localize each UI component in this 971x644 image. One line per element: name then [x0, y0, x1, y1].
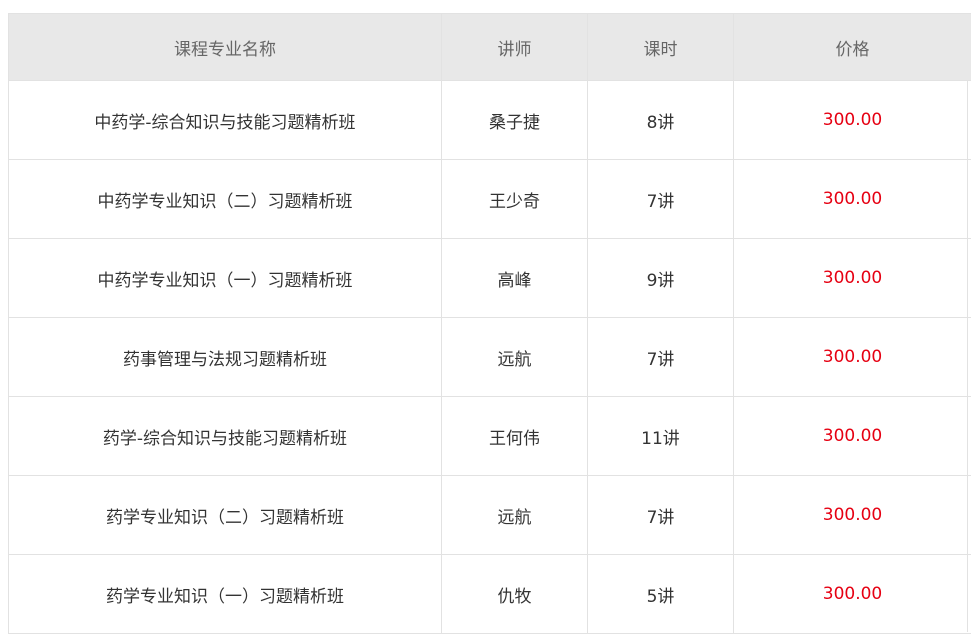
hours-cell: 5讲	[587, 554, 734, 634]
course-name-cell: 药学-综合知识与技能习题精析班	[8, 396, 442, 476]
teacher-cell: 桑子捷	[441, 80, 588, 160]
header-hours: 课时	[587, 13, 734, 81]
table-row: 药事管理与法规习题精析班 远航 7讲 300.00	[8, 317, 971, 397]
course-name-cell: 药学专业知识（二）习题精析班	[8, 475, 442, 555]
hours-cell: 7讲	[587, 475, 734, 555]
hours-cell: 7讲	[587, 159, 734, 239]
table-right-border	[967, 80, 968, 632]
teacher-cell: 远航	[441, 475, 588, 555]
header-teacher: 讲师	[441, 13, 588, 81]
table-row: 中药学专业知识（一）习题精析班 高峰 9讲 300.00	[8, 238, 971, 318]
header-course-name: 课程专业名称	[8, 13, 442, 81]
hours-cell: 11讲	[587, 396, 734, 476]
teacher-cell: 远航	[441, 317, 588, 397]
price-cell: 300.00	[733, 80, 971, 160]
hours-cell: 8讲	[587, 80, 734, 160]
price-cell: 300.00	[733, 317, 971, 397]
course-table-container: 课程专业名称 讲师 课时 价格 中药学-综合知识与技能习题精析班 桑子捷 8讲 …	[8, 13, 971, 634]
course-name-cell: 中药学专业知识（一）习题精析班	[8, 238, 442, 318]
price-cell: 300.00	[733, 554, 971, 634]
table-row: 药学-综合知识与技能习题精析班 王何伟 11讲 300.00	[8, 396, 971, 476]
course-name-cell: 药学专业知识（一）习题精析班	[8, 554, 442, 634]
table-row: 中药学专业知识（二）习题精析班 王少奇 7讲 300.00	[8, 159, 971, 239]
course-table: 课程专业名称 讲师 课时 价格 中药学-综合知识与技能习题精析班 桑子捷 8讲 …	[8, 13, 971, 634]
course-name-cell: 中药学-综合知识与技能习题精析班	[8, 80, 442, 160]
table-row: 药学专业知识（二）习题精析班 远航 7讲 300.00	[8, 475, 971, 555]
table-header: 课程专业名称 讲师 课时 价格	[8, 13, 971, 81]
header-price: 价格	[733, 13, 971, 81]
teacher-cell: 王少奇	[441, 159, 588, 239]
table-row: 中药学-综合知识与技能习题精析班 桑子捷 8讲 300.00	[8, 80, 971, 160]
price-cell: 300.00	[733, 238, 971, 318]
teacher-cell: 高峰	[441, 238, 588, 318]
hours-cell: 7讲	[587, 317, 734, 397]
hours-cell: 9讲	[587, 238, 734, 318]
price-cell: 300.00	[733, 475, 971, 555]
price-cell: 300.00	[733, 159, 971, 239]
course-name-cell: 中药学专业知识（二）习题精析班	[8, 159, 442, 239]
teacher-cell: 仇牧	[441, 554, 588, 634]
course-name-cell: 药事管理与法规习题精析班	[8, 317, 442, 397]
teacher-cell: 王何伟	[441, 396, 588, 476]
table-body: 中药学-综合知识与技能习题精析班 桑子捷 8讲 300.00 中药学专业知识（二…	[8, 80, 971, 634]
price-cell: 300.00	[733, 396, 971, 476]
header-row: 课程专业名称 讲师 课时 价格	[8, 13, 971, 81]
table-row: 药学专业知识（一）习题精析班 仇牧 5讲 300.00	[8, 554, 971, 634]
